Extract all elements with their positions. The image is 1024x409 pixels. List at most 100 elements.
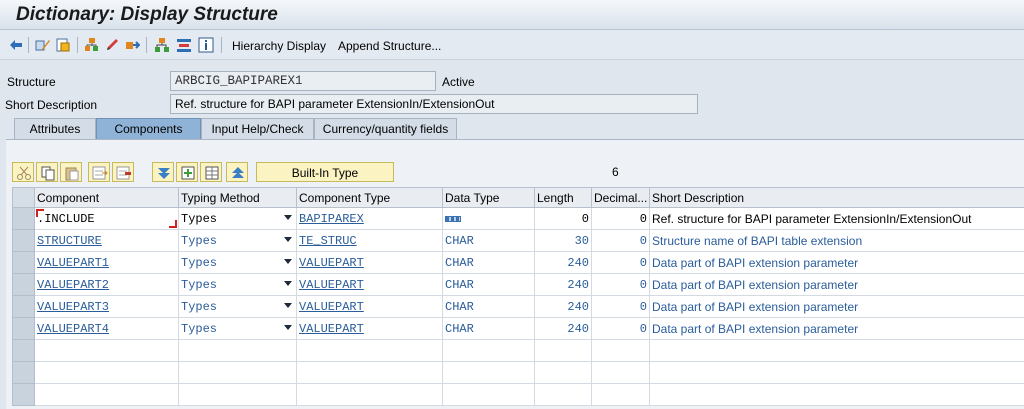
- component-cell[interactable]: STRUCTURE: [34, 229, 179, 252]
- table-header-row: Component Typing Method Component Type D…: [12, 187, 1024, 208]
- dropdown-arrow-icon[interactable]: [284, 281, 292, 286]
- component-type-cell[interactable]: VALUEPART: [296, 251, 443, 274]
- tab-components[interactable]: Components: [96, 118, 201, 139]
- row-selector[interactable]: [12, 383, 35, 406]
- component-type-cell[interactable]: TE_STRUC: [296, 229, 443, 252]
- decimals-cell: 0: [591, 251, 650, 274]
- toolbar-separator: [77, 37, 78, 53]
- column-header-typing-method[interactable]: Typing Method: [178, 187, 297, 208]
- dropdown-arrow-icon[interactable]: [284, 259, 292, 264]
- new-row-button[interactable]: [176, 162, 198, 182]
- typing-method-cell[interactable]: Types: [178, 251, 297, 274]
- row-selector[interactable]: [12, 273, 35, 296]
- title-bar: Dictionary: Display Structure: [0, 0, 1024, 30]
- tab-attributes[interactable]: Attributes: [14, 118, 96, 139]
- component-type-cell[interactable]: BAPIPAREX: [296, 207, 443, 230]
- table-row[interactable]: VALUEPART1 Types VALUEPART CHAR 240 0 Da…: [12, 251, 1024, 274]
- length-cell: 0: [534, 207, 592, 230]
- empty-row[interactable]: [12, 361, 1024, 384]
- built-in-type-button[interactable]: Built-In Type: [256, 162, 394, 182]
- data-type-cell: CHAR: [442, 251, 535, 274]
- short-description-field[interactable]: Ref. structure for BAPI parameter Extens…: [170, 94, 698, 114]
- row-selector[interactable]: [12, 251, 35, 274]
- display-change-icon[interactable]: [35, 37, 51, 53]
- dropdown-arrow-icon[interactable]: [284, 325, 292, 330]
- pencil-icon[interactable]: [104, 37, 120, 53]
- table-row[interactable]: VALUEPART2 Types VALUEPART CHAR 240 0 Da…: [12, 273, 1024, 296]
- typing-method-cell[interactable]: Types: [178, 207, 297, 230]
- table-row[interactable]: .INCLUDE Types BAPIPAREX 0 0 Ref. struct…: [12, 207, 1024, 230]
- hierarchy-icon[interactable]: [154, 37, 170, 53]
- row-selector-header[interactable]: [12, 187, 35, 208]
- components-table: Component Typing Method Component Type D…: [12, 187, 1024, 406]
- structure-field[interactable]: ARBCIG_BAPIPAREX1: [170, 71, 436, 91]
- typing-method-cell[interactable]: Types: [178, 273, 297, 296]
- back-icon[interactable]: [8, 37, 24, 53]
- structure-icon: [445, 216, 461, 223]
- component-cell[interactable]: VALUEPART2: [34, 273, 179, 296]
- table-row[interactable]: VALUEPART4 Types VALUEPART CHAR 240 0 Da…: [12, 317, 1024, 340]
- dropdown-arrow-icon[interactable]: [284, 215, 292, 220]
- data-type-cell: CHAR: [442, 229, 535, 252]
- delete-row-button[interactable]: [112, 162, 134, 182]
- object-list-icon[interactable]: [176, 37, 192, 53]
- length-cell: 240: [534, 273, 592, 296]
- copy-button[interactable]: [36, 162, 58, 182]
- navigate-icon[interactable]: [124, 37, 140, 53]
- info-icon[interactable]: [198, 37, 214, 53]
- insert-row-button[interactable]: [88, 162, 110, 182]
- column-header-component-type[interactable]: Component Type: [296, 187, 443, 208]
- row-selector[interactable]: [12, 339, 35, 362]
- component-cell[interactable]: .INCLUDE: [34, 207, 179, 230]
- row-selector[interactable]: [12, 229, 35, 252]
- sort-down-button[interactable]: [152, 162, 174, 182]
- component-cell[interactable]: VALUEPART3: [34, 295, 179, 318]
- row-selector[interactable]: [12, 361, 35, 384]
- decimals-cell: 0: [591, 207, 650, 230]
- component-cell[interactable]: VALUEPART1: [34, 251, 179, 274]
- dropdown-arrow-icon[interactable]: [284, 237, 292, 242]
- sort-up-button[interactable]: [226, 162, 248, 182]
- data-type-cell: CHAR: [442, 295, 535, 318]
- table-row[interactable]: STRUCTURE Types TE_STRUC CHAR 30 0 Struc…: [12, 229, 1024, 252]
- column-header-component[interactable]: Component: [34, 187, 179, 208]
- other-object-icon[interactable]: [55, 37, 71, 53]
- dropdown-arrow-icon[interactable]: [284, 303, 292, 308]
- component-count: 6: [612, 165, 619, 179]
- structure-label: Structure: [7, 75, 56, 89]
- component-cell[interactable]: VALUEPART4: [34, 317, 179, 340]
- short-description-cell: Data part of BAPI extension parameter: [649, 295, 1024, 318]
- empty-row[interactable]: [12, 339, 1024, 362]
- append-structure-button[interactable]: Append Structure...: [338, 39, 441, 53]
- component-type-cell[interactable]: VALUEPART: [296, 317, 443, 340]
- component-type-cell[interactable]: VALUEPART: [296, 273, 443, 296]
- empty-row[interactable]: [12, 383, 1024, 406]
- table-icon: [205, 166, 219, 180]
- component-type-cell[interactable]: VALUEPART: [296, 295, 443, 318]
- row-selector[interactable]: [12, 295, 35, 318]
- column-header-data-type[interactable]: Data Type: [442, 187, 535, 208]
- data-type-cell: [442, 207, 535, 230]
- paste-button[interactable]: [60, 162, 82, 182]
- row-selector[interactable]: [12, 207, 35, 230]
- sort-down-icon: [158, 168, 170, 179]
- hierarchy-display-button[interactable]: Hierarchy Display: [232, 39, 326, 53]
- sort-up-icon: [232, 167, 244, 178]
- decimals-cell: 0: [591, 273, 650, 296]
- typing-method-cell[interactable]: Types: [178, 317, 297, 340]
- column-header-short-description[interactable]: Short Description: [649, 187, 1024, 208]
- decimals-cell: 0: [591, 317, 650, 340]
- typing-method-cell[interactable]: Types: [178, 295, 297, 318]
- table-button[interactable]: [200, 162, 222, 182]
- tab-input-help-check[interactable]: Input Help/Check: [201, 118, 314, 139]
- column-header-length[interactable]: Length: [534, 187, 592, 208]
- column-header-decimals[interactable]: Decimal...: [591, 187, 650, 208]
- typing-method-cell[interactable]: Types: [178, 229, 297, 252]
- where-used-icon[interactable]: [84, 37, 100, 53]
- length-cell: 240: [534, 251, 592, 274]
- data-type-cell: CHAR: [442, 317, 535, 340]
- row-selector[interactable]: [12, 317, 35, 340]
- cut-button[interactable]: [12, 162, 34, 182]
- tab-currency-quantity-fields[interactable]: Currency/quantity fields: [314, 118, 457, 139]
- table-row[interactable]: VALUEPART3 Types VALUEPART CHAR 240 0 Da…: [12, 295, 1024, 318]
